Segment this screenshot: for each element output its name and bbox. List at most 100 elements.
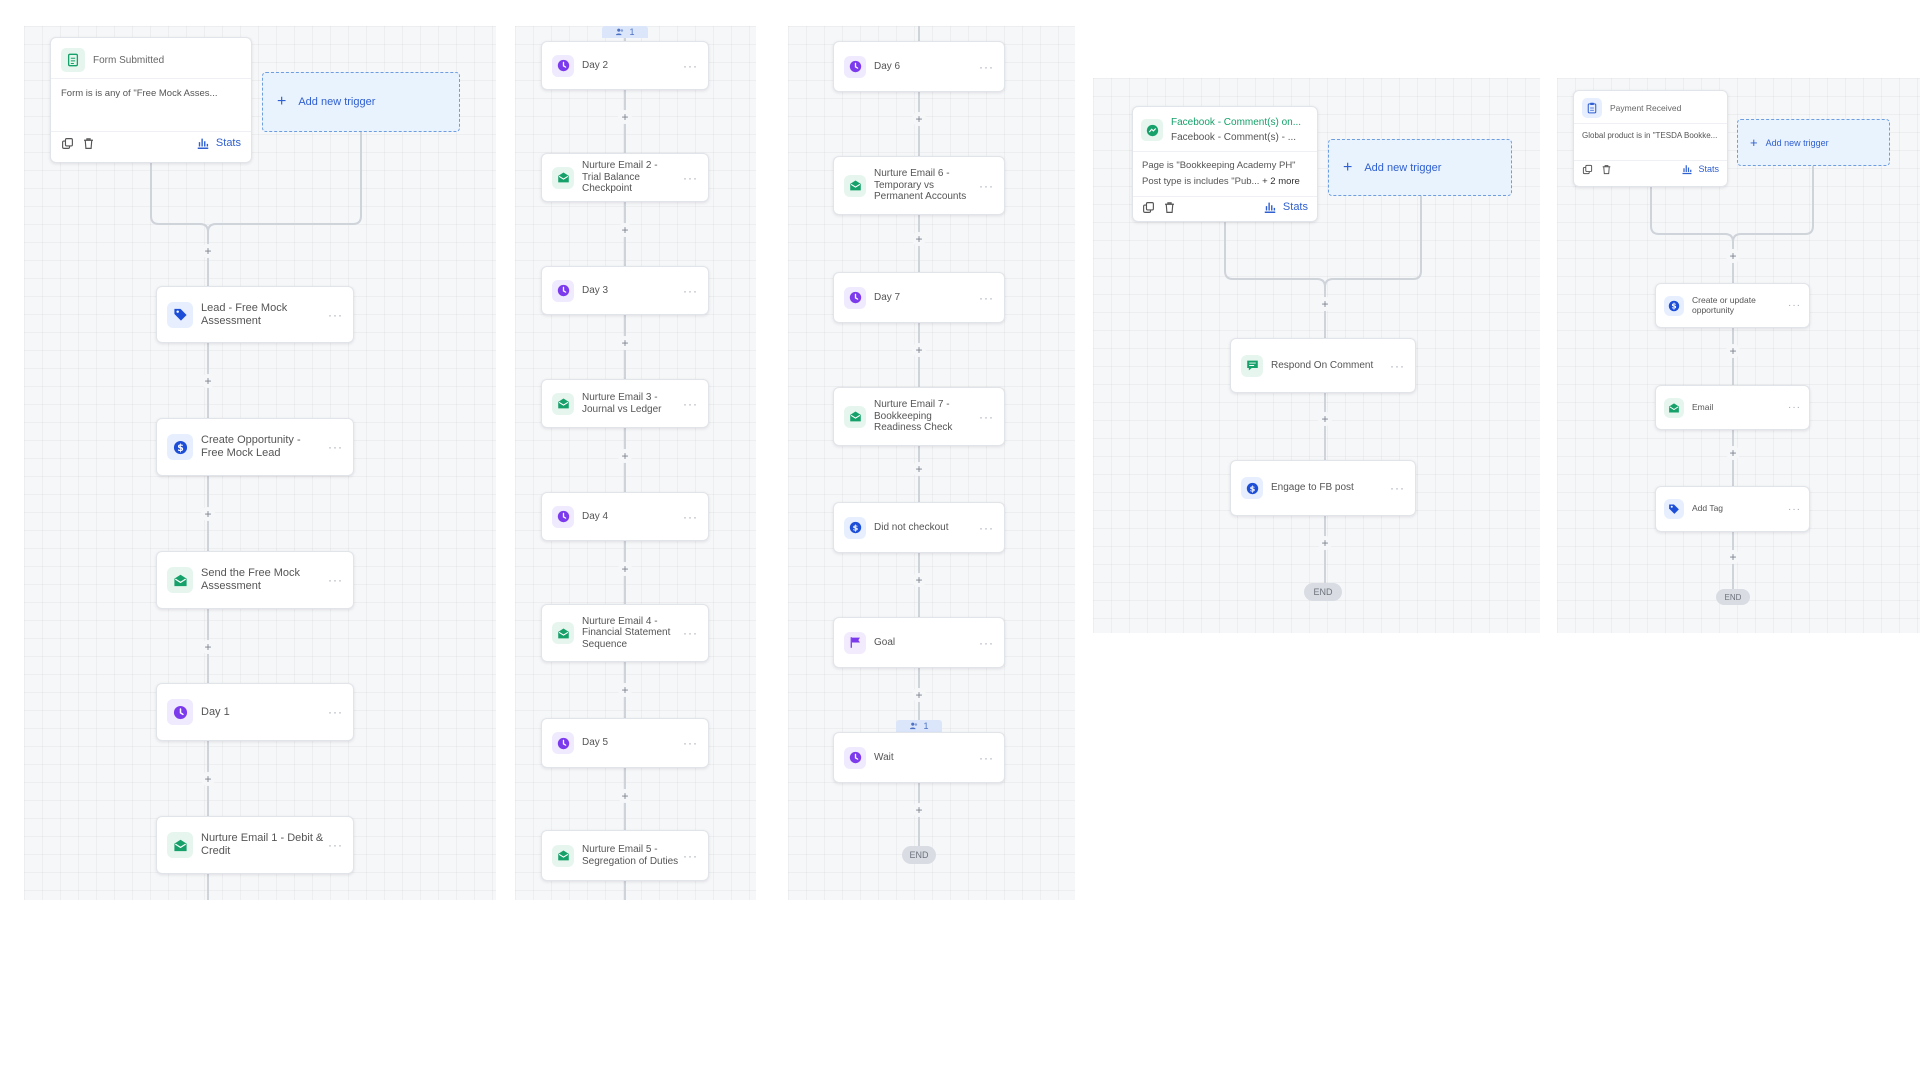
more-options-icon[interactable]: ···: [1386, 481, 1405, 495]
trash-icon[interactable]: [82, 137, 95, 150]
more-options-icon[interactable]: ···: [324, 308, 343, 322]
add-step-button[interactable]: +: [912, 343, 926, 357]
add-step-button[interactable]: +: [1318, 536, 1332, 550]
action-node[interactable]: Nurture Email 6 - Temporary vs Permanent…: [833, 156, 1005, 215]
wait-node[interactable]: Wait ···: [833, 732, 1005, 783]
copy-icon[interactable]: [61, 137, 74, 150]
add-step-button[interactable]: +: [618, 562, 632, 576]
email-icon: [552, 166, 574, 189]
action-node[interactable]: Create or update opportunity ···: [1655, 283, 1810, 328]
badge-count: 1: [629, 27, 635, 37]
add-step-button[interactable]: +: [1726, 249, 1740, 263]
add-step-button[interactable]: +: [618, 449, 632, 463]
more-options-icon[interactable]: ···: [679, 59, 698, 73]
add-step-button[interactable]: +: [1726, 446, 1740, 460]
trigger-condition-page: Page is "Bookkeeping Academy PH": [1142, 160, 1296, 171]
goal-node[interactable]: Goal ···: [833, 617, 1005, 668]
more-options-icon[interactable]: ···: [975, 291, 994, 305]
add-step-button[interactable]: +: [912, 688, 926, 702]
trash-icon[interactable]: [1601, 164, 1612, 175]
more-options-icon[interactable]: ···: [324, 573, 343, 587]
more-options-icon[interactable]: ···: [1386, 359, 1405, 373]
add-step-button[interactable]: +: [912, 112, 926, 126]
bar-chart-icon: [1681, 163, 1693, 175]
add-step-button[interactable]: +: [1726, 550, 1740, 564]
stats-button[interactable]: Stats: [196, 136, 241, 150]
more-options-icon[interactable]: ···: [679, 510, 698, 524]
wait-node[interactable]: Day 4 ···: [541, 492, 709, 541]
add-step-button[interactable]: +: [201, 640, 215, 654]
more-options-icon[interactable]: ···: [679, 171, 698, 185]
action-node[interactable]: Nurture Email 3 - Journal vs Ledger ···: [541, 379, 709, 428]
add-step-button[interactable]: +: [912, 462, 926, 476]
wait-node[interactable]: Day 3 ···: [541, 266, 709, 315]
action-label: Lead - Free Mock Assessment: [201, 301, 288, 327]
wait-node[interactable]: Day 7 ···: [833, 272, 1005, 323]
add-step-button[interactable]: +: [618, 683, 632, 697]
more-options-icon[interactable]: ···: [1784, 402, 1801, 413]
more-options-icon[interactable]: ···: [679, 626, 698, 640]
more-options-icon[interactable]: ···: [324, 838, 343, 852]
more-options-icon[interactable]: ···: [679, 849, 698, 863]
add-step-button[interactable]: +: [201, 507, 215, 521]
more-options-icon[interactable]: ···: [1784, 504, 1801, 515]
more-options-icon[interactable]: ···: [975, 521, 994, 535]
more-options-icon[interactable]: ···: [679, 284, 698, 298]
email-icon: [844, 405, 866, 428]
wait-node[interactable]: Day 5 ···: [541, 718, 709, 768]
copy-icon[interactable]: [1142, 201, 1155, 214]
add-new-trigger-button[interactable]: + Add new trigger: [1737, 119, 1890, 166]
action-node[interactable]: Nurture Email 5 - Segregation of Duties …: [541, 830, 709, 881]
action-node[interactable]: Engage to FB post ···: [1230, 460, 1416, 516]
action-node[interactable]: Send the Free Mock Assessment ···: [156, 551, 354, 609]
action-node[interactable]: Create Opportunity - Free Mock Lead ···: [156, 418, 354, 476]
stats-button[interactable]: Stats: [1681, 163, 1719, 175]
action-node[interactable]: Add Tag ···: [1655, 486, 1810, 532]
trigger-card-payment-received[interactable]: Payment Received Global product is in "T…: [1573, 90, 1728, 187]
add-step-button[interactable]: +: [1318, 412, 1332, 426]
more-options-icon[interactable]: ···: [679, 736, 698, 750]
more-options-icon[interactable]: ···: [679, 397, 698, 411]
add-step-button[interactable]: +: [201, 374, 215, 388]
add-step-button[interactable]: +: [912, 803, 926, 817]
more-options-icon[interactable]: ···: [1784, 300, 1801, 311]
more-options-icon[interactable]: ···: [975, 179, 994, 193]
action-node[interactable]: Nurture Email 4 - Financial Statement Se…: [541, 604, 709, 662]
action-node[interactable]: Email ···: [1655, 385, 1810, 430]
more-options-icon[interactable]: ···: [324, 440, 343, 454]
trash-icon[interactable]: [1163, 201, 1176, 214]
copy-icon[interactable]: [1582, 164, 1593, 175]
add-step-button[interactable]: +: [1726, 344, 1740, 358]
add-new-trigger-button[interactable]: + Add new trigger: [262, 72, 460, 132]
add-step-button[interactable]: +: [618, 223, 632, 237]
add-new-trigger-button[interactable]: + Add new trigger: [1328, 139, 1512, 196]
condition-node[interactable]: Did not checkout ···: [833, 502, 1005, 553]
more-options-icon[interactable]: ···: [975, 751, 994, 765]
add-step-button[interactable]: +: [1318, 297, 1332, 311]
more-options-icon[interactable]: ···: [975, 60, 994, 74]
add-step-button[interactable]: +: [201, 772, 215, 786]
more-options-icon[interactable]: ···: [324, 705, 343, 719]
more-options-icon[interactable]: ···: [975, 410, 994, 424]
add-step-button[interactable]: +: [201, 244, 215, 258]
add-step-button[interactable]: +: [912, 573, 926, 587]
action-label: Day 4: [582, 510, 609, 522]
more-options-icon[interactable]: ···: [975, 636, 994, 650]
stats-button[interactable]: Stats: [1263, 200, 1308, 214]
action-node[interactable]: Nurture Email 2 - Trial Balance Checkpoi…: [541, 153, 709, 202]
wait-node[interactable]: Day 6 ···: [833, 41, 1005, 92]
action-node[interactable]: Nurture Email 7 - Bookkeeping Readiness …: [833, 387, 1005, 446]
wait-node[interactable]: Day 2 ···: [541, 41, 709, 90]
trigger-card-form-submitted[interactable]: Form Submitted Form is is any of "Free M…: [50, 37, 252, 163]
add-step-button[interactable]: +: [912, 232, 926, 246]
action-node[interactable]: Respond On Comment ···: [1230, 338, 1416, 393]
action-label: Day 3: [582, 284, 609, 296]
add-step-button[interactable]: +: [618, 110, 632, 124]
add-step-button[interactable]: +: [618, 789, 632, 803]
action-node[interactable]: Lead - Free Mock Assessment ···: [156, 286, 354, 343]
trigger-card-facebook-comment[interactable]: Facebook - Comment(s) on... Facebook - C…: [1132, 106, 1318, 222]
action-node[interactable]: Nurture Email 1 - Debit & Credit ···: [156, 816, 354, 874]
add-step-button[interactable]: +: [618, 336, 632, 350]
more-conditions-link[interactable]: + 2 more: [1262, 176, 1300, 187]
wait-node[interactable]: Day 1 ···: [156, 683, 354, 741]
